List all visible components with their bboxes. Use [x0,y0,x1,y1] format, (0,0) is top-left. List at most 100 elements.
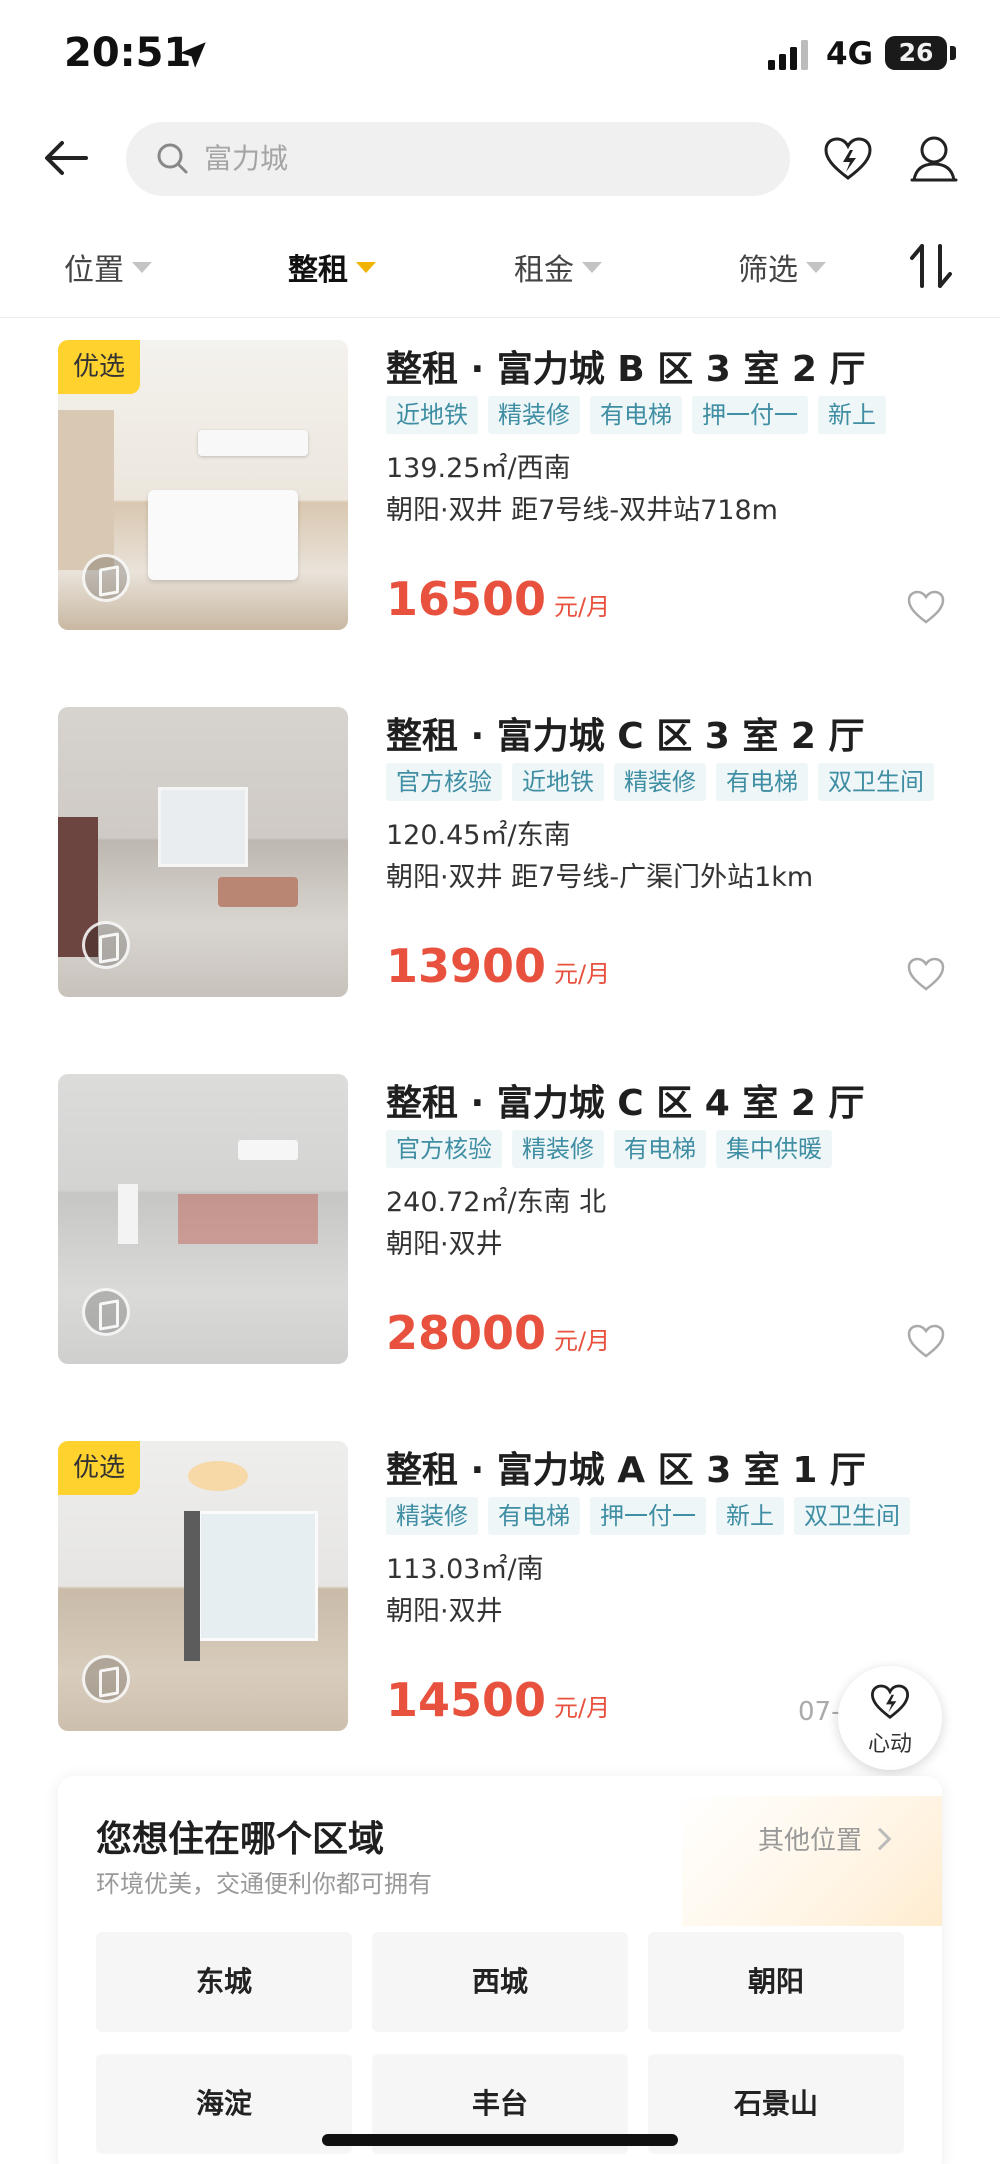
other-location-label: 其他位置 [758,1826,863,1856]
listing-tags: 官方核验 近地铁 精装修 有电梯 双卫生间 [386,763,934,801]
sort-icon[interactable] [906,236,956,296]
listing-area: 240.72㎡/东南 北 [386,1187,607,1218]
chevron-right-icon [868,1827,892,1850]
featured-badge: 优选 [58,340,140,394]
filter-label: 筛选 [738,253,798,288]
listing-area: 139.25㎡/西南 [386,453,571,484]
listing-date: 07- [798,1697,841,1727]
listing-price: 28000 元/月 [386,1306,610,1360]
status-bar: 20:51 4G 26 [0,0,1000,110]
listing-tags: 精装修 有电梯 押一付一 新上 双卫生间 [386,1497,910,1535]
tag: 精装修 [512,1130,604,1168]
price-value: 28000 [386,1306,547,1360]
filter-label: 位置 [64,253,124,288]
price-value: 14500 [386,1673,547,1727]
district-button[interactable]: 东城 [96,1932,352,2032]
tag: 精装修 [488,396,580,434]
home-indicator[interactable] [322,2134,678,2146]
tag: 有电梯 [614,1130,706,1168]
tag: 双卫生间 [818,763,934,801]
listing-location: 朝阳·双井 [386,1229,503,1260]
vr-icon [82,1655,130,1703]
caret-down-icon [806,261,826,273]
heart-icon[interactable] [906,588,946,626]
other-location-link[interactable]: 其他位置 [758,1820,892,1857]
district-button[interactable]: 石景山 [648,2054,904,2154]
region-panel: 您想住在哪个区域 环境优美，交通便利你都可拥有 其他位置 东城 西城 朝阳 海淀… [58,1776,942,2164]
float-button-label: 心动 [867,1732,912,1757]
favorites-float-button[interactable]: 心动 [838,1666,942,1770]
profile-icon[interactable] [904,128,964,188]
heart-icon[interactable] [906,1322,946,1360]
battery-level: 26 [898,38,934,67]
back-arrow-icon[interactable] [36,128,96,188]
filter-rent-type[interactable]: 整租 [288,242,376,292]
listing-title[interactable]: 整租 · 富力城 C 区 3 室 2 厅 [386,707,864,759]
featured-badge: 优选 [58,1441,140,1495]
district-button[interactable]: 海淀 [96,2054,352,2154]
listing-location: 朝阳·双井 [386,1596,503,1627]
tag: 近地铁 [512,763,604,801]
filter-location[interactable]: 位置 [64,242,152,292]
search-header [0,118,1000,218]
listing-location: 朝阳·双井 距7号线-广渠门外站1km [386,862,814,893]
heart-bolt-icon[interactable] [822,134,874,186]
filter-label: 整租 [288,253,348,288]
listing-photo[interactable] [58,1074,348,1364]
tag: 精装修 [614,763,706,801]
listing-tags: 近地铁 精装修 有电梯 押一付一 新上 [386,396,886,434]
status-time: 20:51 [64,30,192,76]
listing-title[interactable]: 整租 · 富力城 B 区 3 室 2 厅 [386,340,865,392]
listing-location: 朝阳·双井 距7号线-双井站718m [386,495,778,526]
caret-down-icon [582,261,602,273]
vr-icon [82,921,130,969]
region-decoration [682,1796,942,1926]
price-value: 13900 [386,939,547,993]
listing-card[interactable]: 整租 · 富力城 C 区 3 室 2 厅 官方核验 近地铁 精装修 有电梯 双卫… [0,707,1000,1007]
region-title: 您想住在哪个区域 [96,1819,385,1860]
district-grid: 东城 西城 朝阳 海淀 丰台 石景山 [96,1932,904,2154]
signal-icon [768,40,808,70]
listing-photo[interactable] [58,707,348,997]
tag: 有电梯 [488,1497,580,1535]
listing-title[interactable]: 整租 · 富力城 C 区 4 室 2 厅 [386,1074,864,1126]
district-button[interactable]: 朝阳 [648,1932,904,2032]
search-icon [157,143,188,174]
listing-tags: 官方核验 精装修 有电梯 集中供暖 [386,1130,832,1168]
battery-cap [950,46,956,60]
search-input[interactable] [204,138,724,178]
caret-down-icon [356,261,376,273]
tag: 新上 [818,396,886,434]
price-unit: 元/月 [554,1327,611,1355]
price-unit: 元/月 [554,1694,611,1722]
listing-price: 16500 元/月 [386,572,610,626]
battery-icon: 26 [885,36,947,70]
listing-area: 120.45㎡/东南 [386,820,571,851]
heart-icon[interactable] [906,955,946,993]
tag: 新上 [716,1497,784,1535]
tag: 官方核验 [386,1130,502,1168]
tag: 押一付一 [692,396,808,434]
tag: 有电梯 [716,763,808,801]
price-unit: 元/月 [554,593,611,621]
location-arrow-icon [180,42,206,68]
filter-price[interactable]: 租金 [514,242,602,292]
listing-price: 14500 元/月 [386,1673,610,1727]
heart-bolt-icon [870,1684,910,1719]
region-subtitle: 环境优美，交通便利你都可拥有 [96,1870,432,1898]
filter-bar: 位置 整租 租金 筛选 [0,232,1000,318]
tag: 官方核验 [386,763,502,801]
district-button[interactable]: 西城 [372,1932,628,2032]
listing-title[interactable]: 整租 · 富力城 A 区 3 室 1 厅 [386,1441,866,1493]
vr-icon [82,554,130,602]
tag: 有电梯 [590,396,682,434]
tag: 集中供暖 [716,1130,832,1168]
filter-more[interactable]: 筛选 [738,242,826,292]
caret-down-icon [132,261,152,273]
search-box[interactable] [126,122,790,196]
listing-price: 13900 元/月 [386,939,610,993]
listing-card[interactable]: 优选 整租 · 富力城 B 区 3 室 2 厅 近地铁 精装修 有电梯 押一付一… [0,340,1000,640]
tag: 双卫生间 [794,1497,910,1535]
listing-card[interactable]: 整租 · 富力城 C 区 4 室 2 厅 官方核验 精装修 有电梯 集中供暖 2… [0,1074,1000,1374]
filter-label: 租金 [514,253,574,288]
